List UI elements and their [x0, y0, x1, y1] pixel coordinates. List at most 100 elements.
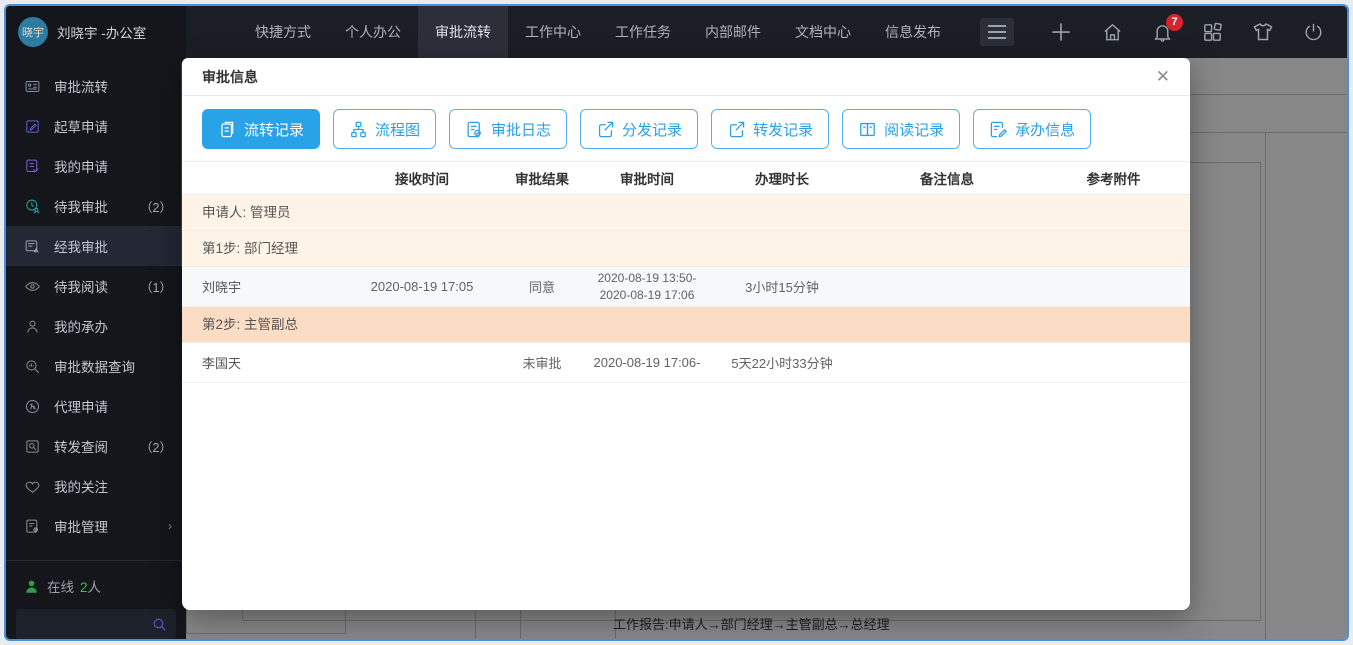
- tab-distribution-records[interactable]: 分发记录: [580, 109, 698, 149]
- doc-person-icon: [24, 238, 41, 255]
- table-row-applicant: 申请人: 管理员: [182, 195, 1190, 231]
- tab-undertaking-info[interactable]: 承办信息: [973, 109, 1091, 149]
- clock-person-icon: [24, 198, 41, 215]
- sidebar-item-approval-management[interactable]: 审批管理 ›: [6, 506, 186, 546]
- proxy-icon: [24, 398, 41, 415]
- tab-reading-records[interactable]: 阅读记录: [842, 109, 960, 149]
- modal-tabs: 流转记录 流程图 审批日志 分发记录 转发记录 阅读记录: [182, 96, 1190, 161]
- nav-item-internal-mail[interactable]: 内部邮件: [688, 6, 778, 58]
- tab-flowchart[interactable]: 流程图: [333, 109, 436, 149]
- sidebar-item-my-undertakings[interactable]: 我的承办: [6, 306, 186, 346]
- tab-label: 流程图: [375, 119, 420, 140]
- cell-duration: 5天22小时33分钟: [707, 353, 857, 372]
- sidebar-divider: [6, 560, 186, 561]
- sidebar-item-draft-application[interactable]: 起草申请: [6, 106, 186, 146]
- table-row-step2: 第2步: 主管副总: [182, 307, 1190, 343]
- cell-receive-time: 2020-08-19 17:05: [347, 279, 497, 294]
- table-row-step1: 第1步: 部门经理: [182, 231, 1190, 267]
- chevron-right-icon: ›: [168, 519, 172, 533]
- tab-label: 转发记录: [753, 119, 813, 140]
- table-row: 李国天 未审批 2020-08-19 17:06- 5天22小时33分钟: [182, 343, 1190, 383]
- tab-forward-records[interactable]: 转发记录: [711, 109, 829, 149]
- nav-item-info-publish[interactable]: 信息发布: [868, 6, 958, 58]
- flowchart-icon: [349, 120, 368, 139]
- notifications[interactable]: 7: [1151, 21, 1174, 44]
- apps-icon[interactable]: [1201, 21, 1224, 44]
- nav-item-document-center[interactable]: 文档中心: [778, 6, 868, 58]
- nav-item-shortcuts[interactable]: 快捷方式: [238, 6, 328, 58]
- tab-label: 流转记录: [244, 119, 304, 140]
- table-row: 刘晓宇 2020-08-19 17:05 同意 2020-08-19 13:50…: [182, 267, 1190, 307]
- col-header-approval-time: 审批时间: [587, 168, 707, 188]
- my-apply-icon: [24, 158, 41, 175]
- cell-result: 同意: [497, 277, 587, 296]
- sidebar-item-forward-review[interactable]: 转发查阅 （2）: [6, 426, 186, 466]
- app-window: 晓宇 刘晓宇 -办公室 快捷方式 个人办公 审批流转 工作中心 工作任务 内部邮…: [4, 4, 1349, 641]
- search-input[interactable]: [16, 617, 151, 632]
- online-status: 在线 2人: [6, 573, 186, 599]
- cell-name: 李国天: [182, 353, 347, 372]
- power-icon[interactable]: [1302, 21, 1325, 44]
- col-header-approval-result: 审批结果: [497, 168, 587, 188]
- modal-title: 审批信息: [202, 67, 258, 87]
- nav-item-approval-flow[interactable]: 审批流转: [418, 6, 508, 58]
- user-name: 刘晓宇 -办公室: [57, 22, 146, 42]
- open-book-icon: [858, 120, 877, 139]
- sidebar-item-my-follows[interactable]: 我的关注: [6, 466, 186, 506]
- sidebar: 审批流转 起草申请 我的申请 待我审批 （2） 经我审批 待我阅读 （1） 我的…: [6, 58, 186, 639]
- sidebar-search: [16, 609, 176, 639]
- sidebar-item-label: 我的关注: [54, 476, 108, 496]
- home-icon[interactable]: [1101, 21, 1124, 44]
- sidebar-item-approval-flow[interactable]: 审批流转: [6, 66, 186, 106]
- sidebar-item-label: 我的承办: [54, 316, 108, 336]
- search-icon[interactable]: [151, 616, 168, 633]
- doc-pen-icon: [989, 120, 1008, 139]
- menu-icon[interactable]: [980, 18, 1014, 46]
- share-icon: [596, 120, 615, 139]
- online-unit: 人: [88, 580, 102, 595]
- approval-info-modal: 审批信息 ✕ 流转记录 流程图 审批日志 分发记录 转发记录: [182, 58, 1190, 610]
- notification-badge: 7: [1166, 14, 1183, 31]
- search-stats-icon: [24, 358, 41, 375]
- sidebar-item-my-applications[interactable]: 我的申请: [6, 146, 186, 186]
- tab-label: 阅读记录: [884, 119, 944, 140]
- nav-item-work-tasks[interactable]: 工作任务: [598, 6, 688, 58]
- sidebar-item-approval-data-query[interactable]: 审批数据查询: [6, 346, 186, 386]
- online-label: 在线: [47, 576, 74, 596]
- nav-item-work-center[interactable]: 工作中心: [508, 6, 598, 58]
- forward-icon: [727, 120, 746, 139]
- sidebar-item-pending-my-reading[interactable]: 待我阅读 （1）: [6, 266, 186, 306]
- sidebar-item-label: 转发查阅: [54, 436, 108, 456]
- doc-copy-icon: [218, 120, 237, 139]
- item-count: （2）: [140, 437, 172, 456]
- col-header-attachment: 参考附件: [1037, 168, 1190, 188]
- sidebar-item-approved-by-me[interactable]: 经我审批: [6, 226, 186, 266]
- heart-icon: [24, 478, 41, 495]
- forward-search-icon: [24, 438, 41, 455]
- sidebar-item-label: 经我审批: [54, 236, 108, 256]
- cell-approval-time: 2020-08-19 17:06-: [587, 355, 707, 370]
- avatar[interactable]: 晓宇: [18, 17, 48, 47]
- item-count: （2）: [140, 197, 172, 216]
- close-icon[interactable]: ✕: [1156, 68, 1170, 85]
- col-header-receive-time: 接收时间: [347, 168, 497, 188]
- person-icon: [24, 318, 41, 335]
- sidebar-item-label: 代理申请: [54, 396, 108, 416]
- col-header-remark: 备注信息: [857, 168, 1037, 188]
- theme-shirt-icon[interactable]: [1251, 20, 1275, 44]
- doc-gear-icon: [24, 518, 41, 535]
- cell-name: 刘晓宇: [182, 277, 347, 296]
- nav-item-personal-office[interactable]: 个人办公: [328, 6, 418, 58]
- tab-approval-log[interactable]: 审批日志: [449, 109, 567, 149]
- main-menu: 快捷方式 个人办公 审批流转 工作中心 工作任务 内部邮件 文档中心 信息发布: [238, 6, 958, 58]
- sidebar-item-label: 审批流转: [54, 76, 108, 96]
- tab-flow-records[interactable]: 流转记录: [202, 109, 320, 149]
- sidebar-item-pending-my-approval[interactable]: 待我审批 （2）: [6, 186, 186, 226]
- online-count: 2: [80, 580, 88, 595]
- cell-result: 未审批: [497, 353, 587, 372]
- user-area[interactable]: 晓宇 刘晓宇 -办公室: [6, 6, 186, 58]
- sidebar-item-label: 起草申请: [54, 116, 108, 136]
- plus-icon[interactable]: [1048, 19, 1074, 45]
- sidebar-item-proxy-application[interactable]: 代理申请: [6, 386, 186, 426]
- tab-label: 分发记录: [622, 119, 682, 140]
